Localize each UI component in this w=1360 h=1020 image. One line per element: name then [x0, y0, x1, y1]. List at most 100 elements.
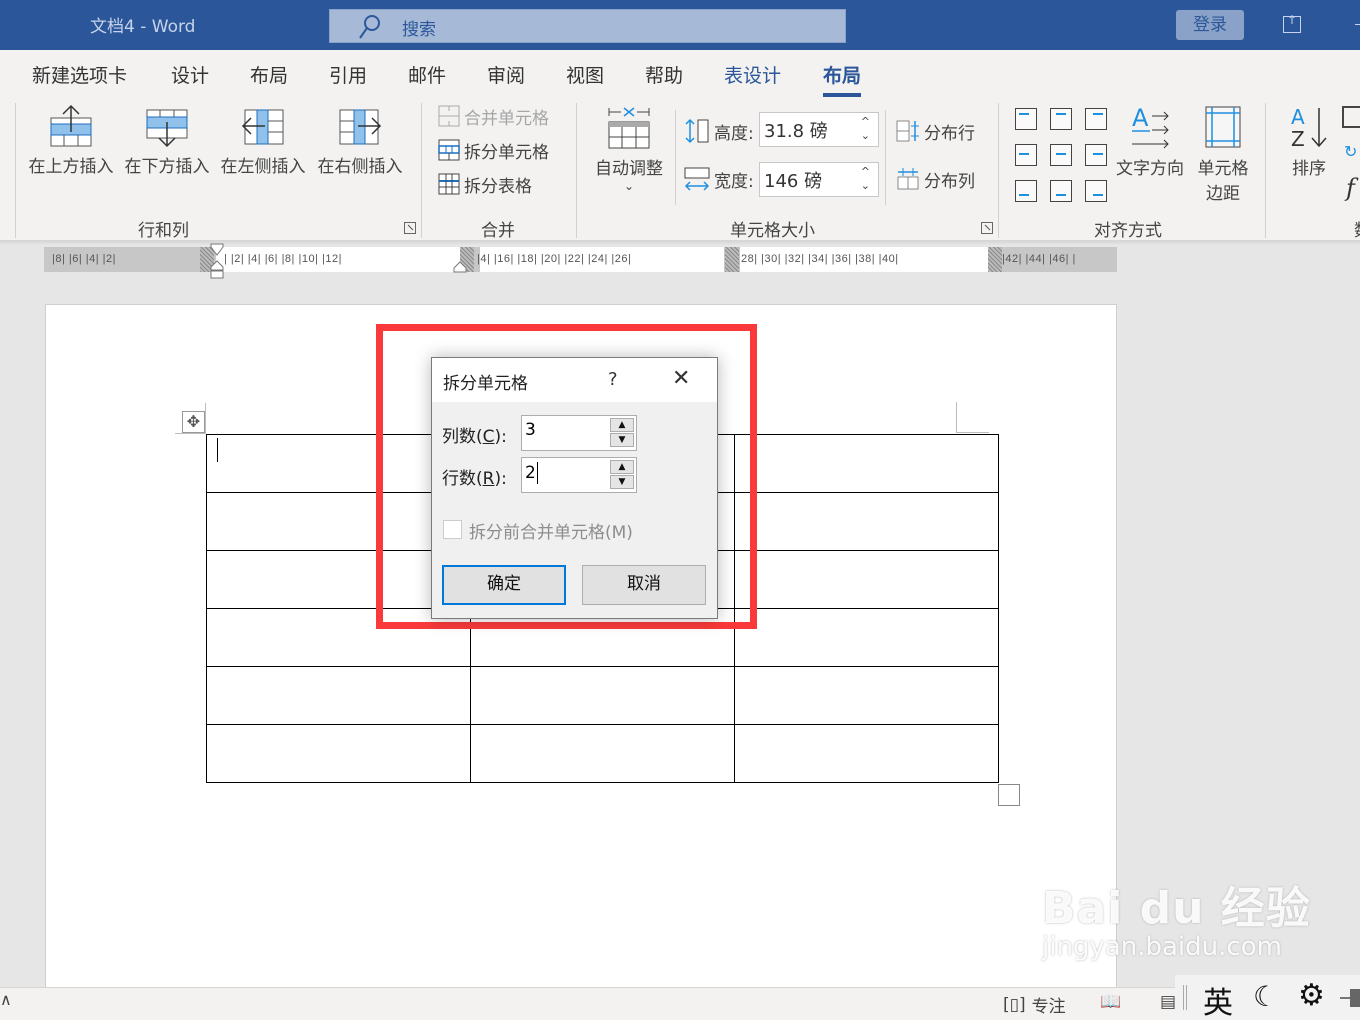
- text-direction-button[interactable]: A 文字方向: [1112, 104, 1188, 179]
- tab-mailings[interactable]: 邮件: [408, 61, 446, 88]
- table-cell[interactable]: [734, 608, 999, 667]
- sort-button[interactable]: A Z 排序: [1284, 104, 1334, 179]
- tab-layout-page[interactable]: 布局: [250, 61, 288, 88]
- tray-divider: [1183, 985, 1187, 1010]
- search-placeholder: 搜索: [402, 20, 436, 40]
- split-table-button[interactable]: 拆分表格: [438, 171, 532, 197]
- ribbon-display-options-icon[interactable]: [1283, 13, 1301, 33]
- align-middle-center-icon[interactable]: [1050, 144, 1072, 166]
- table-cell[interactable]: [734, 666, 999, 725]
- width-label: 宽度:: [714, 171, 754, 192]
- convert-to-text-icon[interactable]: ↻: [1344, 142, 1360, 161]
- column-marker-4[interactable]: [988, 247, 1002, 272]
- ime-language-toggle[interactable]: 英: [1203, 978, 1233, 1020]
- read-mode-icon[interactable]: 📖: [1100, 992, 1121, 1012]
- tab-new-tab[interactable]: 新建选项卡: [32, 61, 127, 88]
- tab-table-design[interactable]: 表设计: [724, 61, 781, 88]
- tab-view[interactable]: 视图: [566, 61, 604, 88]
- table-move-handle-icon[interactable]: ✥: [182, 411, 205, 433]
- search-box[interactable]: 搜索: [329, 9, 846, 43]
- align-bottom-right-icon[interactable]: [1085, 180, 1107, 202]
- insert-left-button[interactable]: 在左侧插入: [216, 104, 310, 177]
- width-decrement-icon[interactable]: ⌄: [861, 180, 870, 191]
- split-cells-button[interactable]: 拆分单元格: [438, 137, 549, 163]
- cell-margins-label-2: 边距: [1206, 184, 1240, 204]
- split-cells-icon: [438, 139, 460, 161]
- horizontal-ruler[interactable]: |8| |6| |4| |2| | |2| |4| |6| |8| |10| |…: [44, 243, 1117, 279]
- align-top-right-icon[interactable]: [1085, 108, 1107, 130]
- login-button[interactable]: 登录: [1176, 10, 1244, 40]
- tab-review[interactable]: 审阅: [487, 61, 525, 88]
- merge-cells-button[interactable]: 合并单元格: [438, 103, 549, 129]
- dialog-title-bar[interactable]: 拆分单元格 ? ✕: [432, 358, 717, 402]
- table-cell[interactable]: [206, 666, 471, 725]
- ime-tray: 英 ☾ ⚙: [1175, 975, 1360, 1020]
- rows-number-input[interactable]: 2 ▲ ▼: [521, 457, 637, 493]
- ok-button[interactable]: 确定: [442, 565, 566, 605]
- autofit-button[interactable]: 自动调整 ⌄: [590, 104, 668, 193]
- help-icon[interactable]: ?: [608, 369, 618, 390]
- align-middle-left-icon[interactable]: [1015, 144, 1037, 166]
- distribute-columns-button[interactable]: 分布列: [896, 166, 975, 192]
- distribute-columns-label: 分布列: [924, 171, 975, 192]
- insert-left-label: 在左侧插入: [220, 157, 306, 177]
- columns-spinner[interactable]: ▲ ▼: [610, 418, 634, 448]
- rows-spinner[interactable]: ▲ ▼: [610, 460, 634, 490]
- rows-value: 2: [525, 463, 536, 483]
- height-decrement-icon[interactable]: ⌄: [861, 130, 870, 141]
- spin-down-icon[interactable]: ▼: [610, 475, 634, 489]
- cell-size-dialog-launcher-icon[interactable]: [981, 222, 993, 234]
- spin-up-icon[interactable]: ▲: [610, 418, 634, 432]
- dialog-title: 拆分单元格: [443, 374, 528, 394]
- right-indent-marker-icon[interactable]: [453, 261, 467, 273]
- repeat-header-rows-icon[interactable]: [1342, 106, 1360, 128]
- indent-markers-icon[interactable]: [210, 243, 224, 279]
- minimize-icon[interactable]: [1355, 24, 1360, 25]
- moon-icon[interactable]: ☾: [1253, 980, 1278, 1013]
- insert-below-button[interactable]: 在下方插入: [120, 104, 214, 177]
- column-marker-3[interactable]: [725, 247, 739, 272]
- close-icon[interactable]: ✕: [672, 366, 690, 391]
- insert-above-button[interactable]: 在上方插入: [24, 104, 118, 177]
- cancel-button[interactable]: 取消: [582, 565, 706, 605]
- table-cell[interactable]: [470, 666, 735, 725]
- focus-mode-button[interactable]: [▯] 专注: [1003, 992, 1066, 1018]
- align-top-center-icon[interactable]: [1050, 108, 1072, 130]
- table-row: [206, 666, 999, 725]
- tab-table-layout[interactable]: 布局: [823, 61, 862, 97]
- document-title: 文档4 - Word: [90, 17, 196, 37]
- cell-margins-icon: [1205, 106, 1241, 148]
- align-bottom-left-icon[interactable]: [1015, 180, 1037, 202]
- height-increment-icon[interactable]: ^: [861, 116, 870, 127]
- table-resize-handle[interactable]: [998, 784, 1020, 806]
- print-layout-icon[interactable]: ▤: [1160, 992, 1176, 1012]
- align-middle-right-icon[interactable]: [1085, 144, 1107, 166]
- table-cell[interactable]: [470, 724, 735, 783]
- spin-up-icon[interactable]: ▲: [610, 460, 634, 474]
- merge-before-split-checkbox[interactable]: [443, 520, 462, 539]
- chevron-up-icon[interactable]: ∧: [0, 990, 12, 1009]
- align-top-left-icon[interactable]: [1015, 108, 1037, 130]
- tab-help[interactable]: 帮助: [645, 61, 683, 88]
- table-cell[interactable]: [734, 550, 999, 609]
- cell-width-input[interactable]: 146 磅 ^ ⌄: [759, 162, 879, 197]
- spin-down-icon[interactable]: ▼: [610, 433, 634, 447]
- table-cell[interactable]: [734, 492, 999, 551]
- rows-cols-dialog-launcher-icon[interactable]: [404, 222, 416, 234]
- watermark-sub: jingyan.baidu.com: [1042, 932, 1282, 962]
- align-bottom-center-icon[interactable]: [1050, 180, 1072, 202]
- gear-icon[interactable]: ⚙: [1298, 978, 1325, 1013]
- table-cell[interactable]: [206, 724, 471, 783]
- width-increment-icon[interactable]: ^: [861, 166, 870, 177]
- zoom-slider[interactable]: [1340, 989, 1360, 1007]
- formula-icon[interactable]: f: [1346, 174, 1355, 202]
- columns-number-input[interactable]: 3 ▲ ▼: [521, 415, 637, 451]
- insert-right-button[interactable]: 在右侧插入: [313, 104, 407, 177]
- table-cell[interactable]: [734, 434, 999, 493]
- tab-design[interactable]: 设计: [171, 61, 209, 88]
- distribute-rows-button[interactable]: 分布行: [896, 118, 975, 144]
- cell-margins-button[interactable]: 单元格 边距: [1192, 104, 1254, 204]
- cell-height-input[interactable]: 31.8 磅 ^ ⌄: [759, 112, 879, 147]
- table-cell[interactable]: [734, 724, 999, 783]
- tab-references[interactable]: 引用: [329, 61, 367, 88]
